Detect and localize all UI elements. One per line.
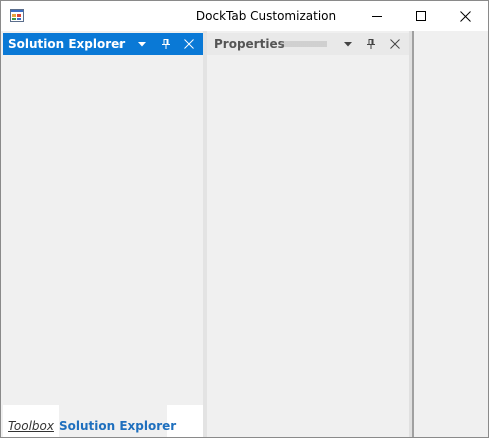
properties-title: Properties (214, 37, 285, 51)
close-icon (459, 10, 471, 22)
minimize-button[interactable] (354, 1, 400, 31)
pin-icon (367, 39, 375, 49)
header-grip (119, 42, 123, 48)
solution-explorer-menu-button[interactable] (134, 36, 150, 52)
dock-divider[interactable] (412, 31, 414, 437)
dropdown-arrow-icon (344, 41, 352, 46)
solution-explorer-panel: Solution Explorer (3, 33, 203, 437)
title-bar[interactable]: DockTab Customization (1, 1, 488, 31)
maximize-icon (416, 11, 426, 21)
properties-pin-button[interactable] (363, 36, 379, 52)
maximize-button[interactable] (398, 1, 444, 31)
tab-solution-explorer[interactable]: Solution Explorer (59, 405, 176, 437)
header-grip (281, 41, 327, 47)
dock-tab-strip: Toolbox Solution Explorer (3, 405, 203, 437)
close-icon (390, 39, 400, 49)
properties-panel: Properties (207, 33, 409, 437)
solution-explorer-title: Solution Explorer (8, 37, 126, 51)
dropdown-arrow-icon (138, 41, 146, 46)
main-window: DockTab Customization Solution Explorer (0, 0, 489, 438)
properties-close-button[interactable] (387, 36, 403, 52)
client-area: Solution Explorer Toolbox Solution Explo… (1, 31, 488, 437)
tab-toolbox[interactable]: Toolbox (3, 405, 59, 437)
close-button[interactable] (442, 1, 488, 31)
properties-header[interactable]: Properties (207, 33, 409, 55)
solution-explorer-close-button[interactable] (181, 36, 197, 52)
minimize-icon (372, 16, 382, 17)
close-icon (184, 39, 194, 49)
solution-explorer-pin-button[interactable] (158, 36, 174, 52)
pin-icon (162, 39, 170, 49)
properties-menu-button[interactable] (340, 36, 356, 52)
solution-explorer-header[interactable]: Solution Explorer (3, 33, 203, 55)
